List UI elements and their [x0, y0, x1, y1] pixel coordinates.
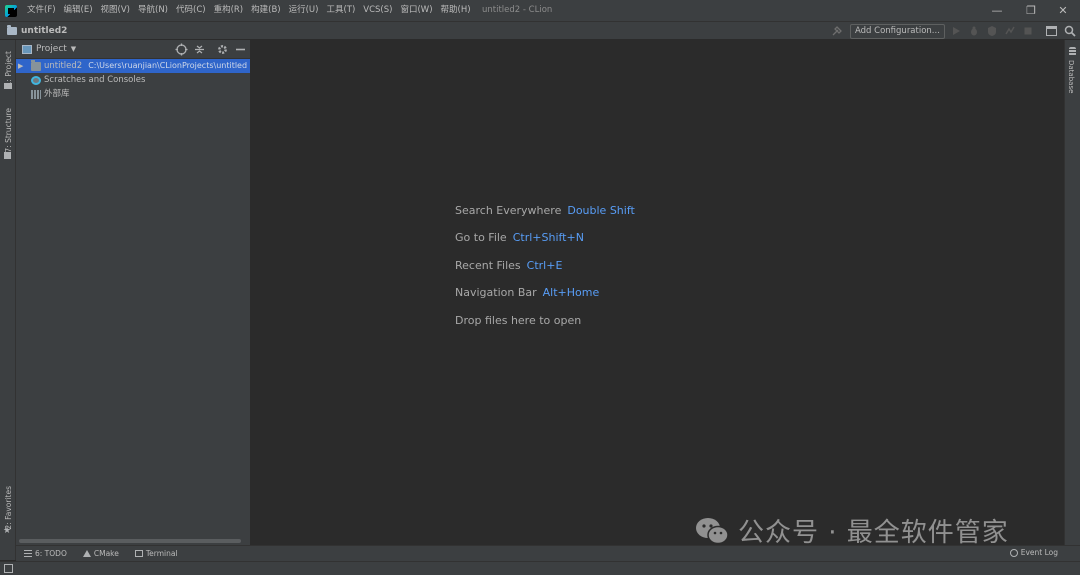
add-configuration-button[interactable]: Add Configuration... [850, 24, 945, 39]
tree-item-label: 外部库 [44, 89, 70, 99]
tree-item-external-libraries[interactable]: 外部库 [16, 87, 250, 101]
project-folder-icon [7, 24, 17, 35]
terminal-tool-tab[interactable]: Terminal [134, 549, 178, 558]
tree-item-project-root[interactable]: ▶ untitled2 C:\Users\ruanjian\CLionProje… [16, 59, 250, 73]
hint-drop-files: Drop files here to open [455, 314, 582, 327]
profiler-icon[interactable] [1004, 25, 1016, 37]
menu-tools[interactable]: 工具(T) [322, 0, 359, 21]
close-button[interactable]: ✕ [1046, 0, 1080, 21]
database-tool-tab[interactable]: Database [1067, 60, 1075, 93]
database-icon[interactable] [1069, 47, 1076, 56]
structure-tool-tab[interactable]: 7: Structure [0, 102, 16, 158]
scratch-icon [31, 75, 41, 85]
event-log-icon [1009, 548, 1018, 557]
menu-code[interactable]: 代码(C) [172, 0, 210, 21]
minimize-button[interactable]: — [980, 0, 1014, 21]
wechat-logo-icon [694, 516, 730, 546]
library-icon [31, 89, 41, 99]
stop-icon[interactable] [1022, 25, 1034, 37]
editor-area[interactable]: Search Everywhere Double Shift Go to File… [251, 40, 1064, 545]
shortcut-label: Double Shift [567, 204, 635, 217]
debug-icon[interactable] [968, 25, 980, 37]
project-view-icon [22, 44, 32, 54]
menu-run[interactable]: 运行(U) [285, 0, 323, 21]
gear-icon[interactable] [216, 43, 229, 56]
project-tab-folder-icon [4, 83, 12, 89]
shortcut-label: Ctrl+Shift+N [512, 231, 584, 244]
menu-file[interactable]: 文件(F) [23, 0, 60, 21]
hint-recent-files: Recent Files Ctrl+E [455, 259, 563, 272]
hint-navigation-bar: Navigation Bar Alt+Home [455, 286, 600, 299]
project-panel: Project ▼ ▶ untitled2 C:\Users\ruanjian\… [16, 40, 251, 545]
project-tree: ▶ untitled2 C:\Users\ruanjian\CLionProje… [16, 59, 250, 101]
star-icon: ★ [3, 526, 12, 536]
todo-tool-tab[interactable]: 6: TODO [24, 549, 67, 558]
menu-window[interactable]: 窗口(W) [396, 0, 436, 21]
shortcut-label: Alt+Home [542, 286, 600, 299]
project-structure-icon[interactable] [1046, 26, 1057, 36]
left-tool-strip: 1: Project 7: Structure 2: Favorites ★ [0, 40, 16, 560]
collapse-all-icon[interactable] [193, 43, 206, 56]
build-hammer-icon[interactable] [831, 25, 843, 37]
hide-panel-icon[interactable] [234, 43, 247, 56]
menu-vcs[interactable]: VCS(S) [359, 0, 396, 21]
todo-list-icon [24, 550, 32, 557]
menu-build[interactable]: 构建(B) [247, 0, 284, 21]
menu-view[interactable]: 视图(V) [97, 0, 134, 21]
menu-edit[interactable]: 编辑(E) [60, 0, 97, 21]
right-tool-strip: Database [1064, 40, 1080, 545]
menu-navigate[interactable]: 导航(N) [134, 0, 172, 21]
shortcut-label: Ctrl+E [526, 259, 563, 272]
tree-item-scratches[interactable]: Scratches and Consoles [16, 73, 250, 87]
toggle-tool-windows-icon[interactable] [4, 564, 13, 573]
status-bar [0, 561, 1080, 575]
clion-logo-icon [5, 4, 17, 17]
menu-refactor[interactable]: 重构(R) [210, 0, 248, 21]
restore-button[interactable]: ❐ [1014, 0, 1048, 21]
watermark: 公众号 · 最全软件管家 [694, 512, 1009, 549]
horizontal-scrollbar[interactable] [19, 539, 241, 543]
tree-item-label: untitled2 [44, 61, 83, 71]
chevron-down-icon[interactable]: ▼ [71, 45, 76, 53]
cmake-tool-tab[interactable]: CMake [82, 549, 119, 558]
cmake-triangle-icon [82, 550, 91, 557]
hint-search-everywhere: Search Everywhere Double Shift [455, 204, 635, 217]
folder-icon [31, 59, 41, 71]
expand-arrow-icon[interactable]: ▶ [18, 59, 26, 73]
tree-item-label: Scratches and Consoles [44, 75, 146, 85]
search-icon[interactable] [1064, 25, 1076, 37]
coverage-icon[interactable] [986, 25, 998, 37]
watermark-text: 公众号 · 最全软件管家 [738, 518, 1009, 548]
project-view-selector[interactable]: Project [36, 44, 67, 54]
menu-help[interactable]: 帮助(H) [437, 0, 475, 21]
terminal-icon [134, 550, 143, 557]
window-title: untitled2 - CLion [482, 5, 553, 15]
project-panel-header: Project ▼ [16, 40, 250, 59]
event-log-tool-tab[interactable]: Event Log [1009, 548, 1058, 557]
title-bar: 文件(F) 编辑(E) 视图(V) 导航(N) 代码(C) 重构(R) 构建(B… [0, 0, 1080, 21]
hint-go-to-file: Go to File Ctrl+Shift+N [455, 231, 584, 244]
locate-target-icon[interactable] [175, 43, 188, 56]
run-icon[interactable] [950, 25, 962, 37]
breadcrumb-project[interactable]: untitled2 [21, 26, 67, 36]
structure-icon [4, 152, 11, 159]
tree-item-path: C:\Users\ruanjian\CLionProjects\untitled [88, 61, 248, 70]
navigation-bar: untitled2 Add Configuration... [0, 21, 1080, 40]
